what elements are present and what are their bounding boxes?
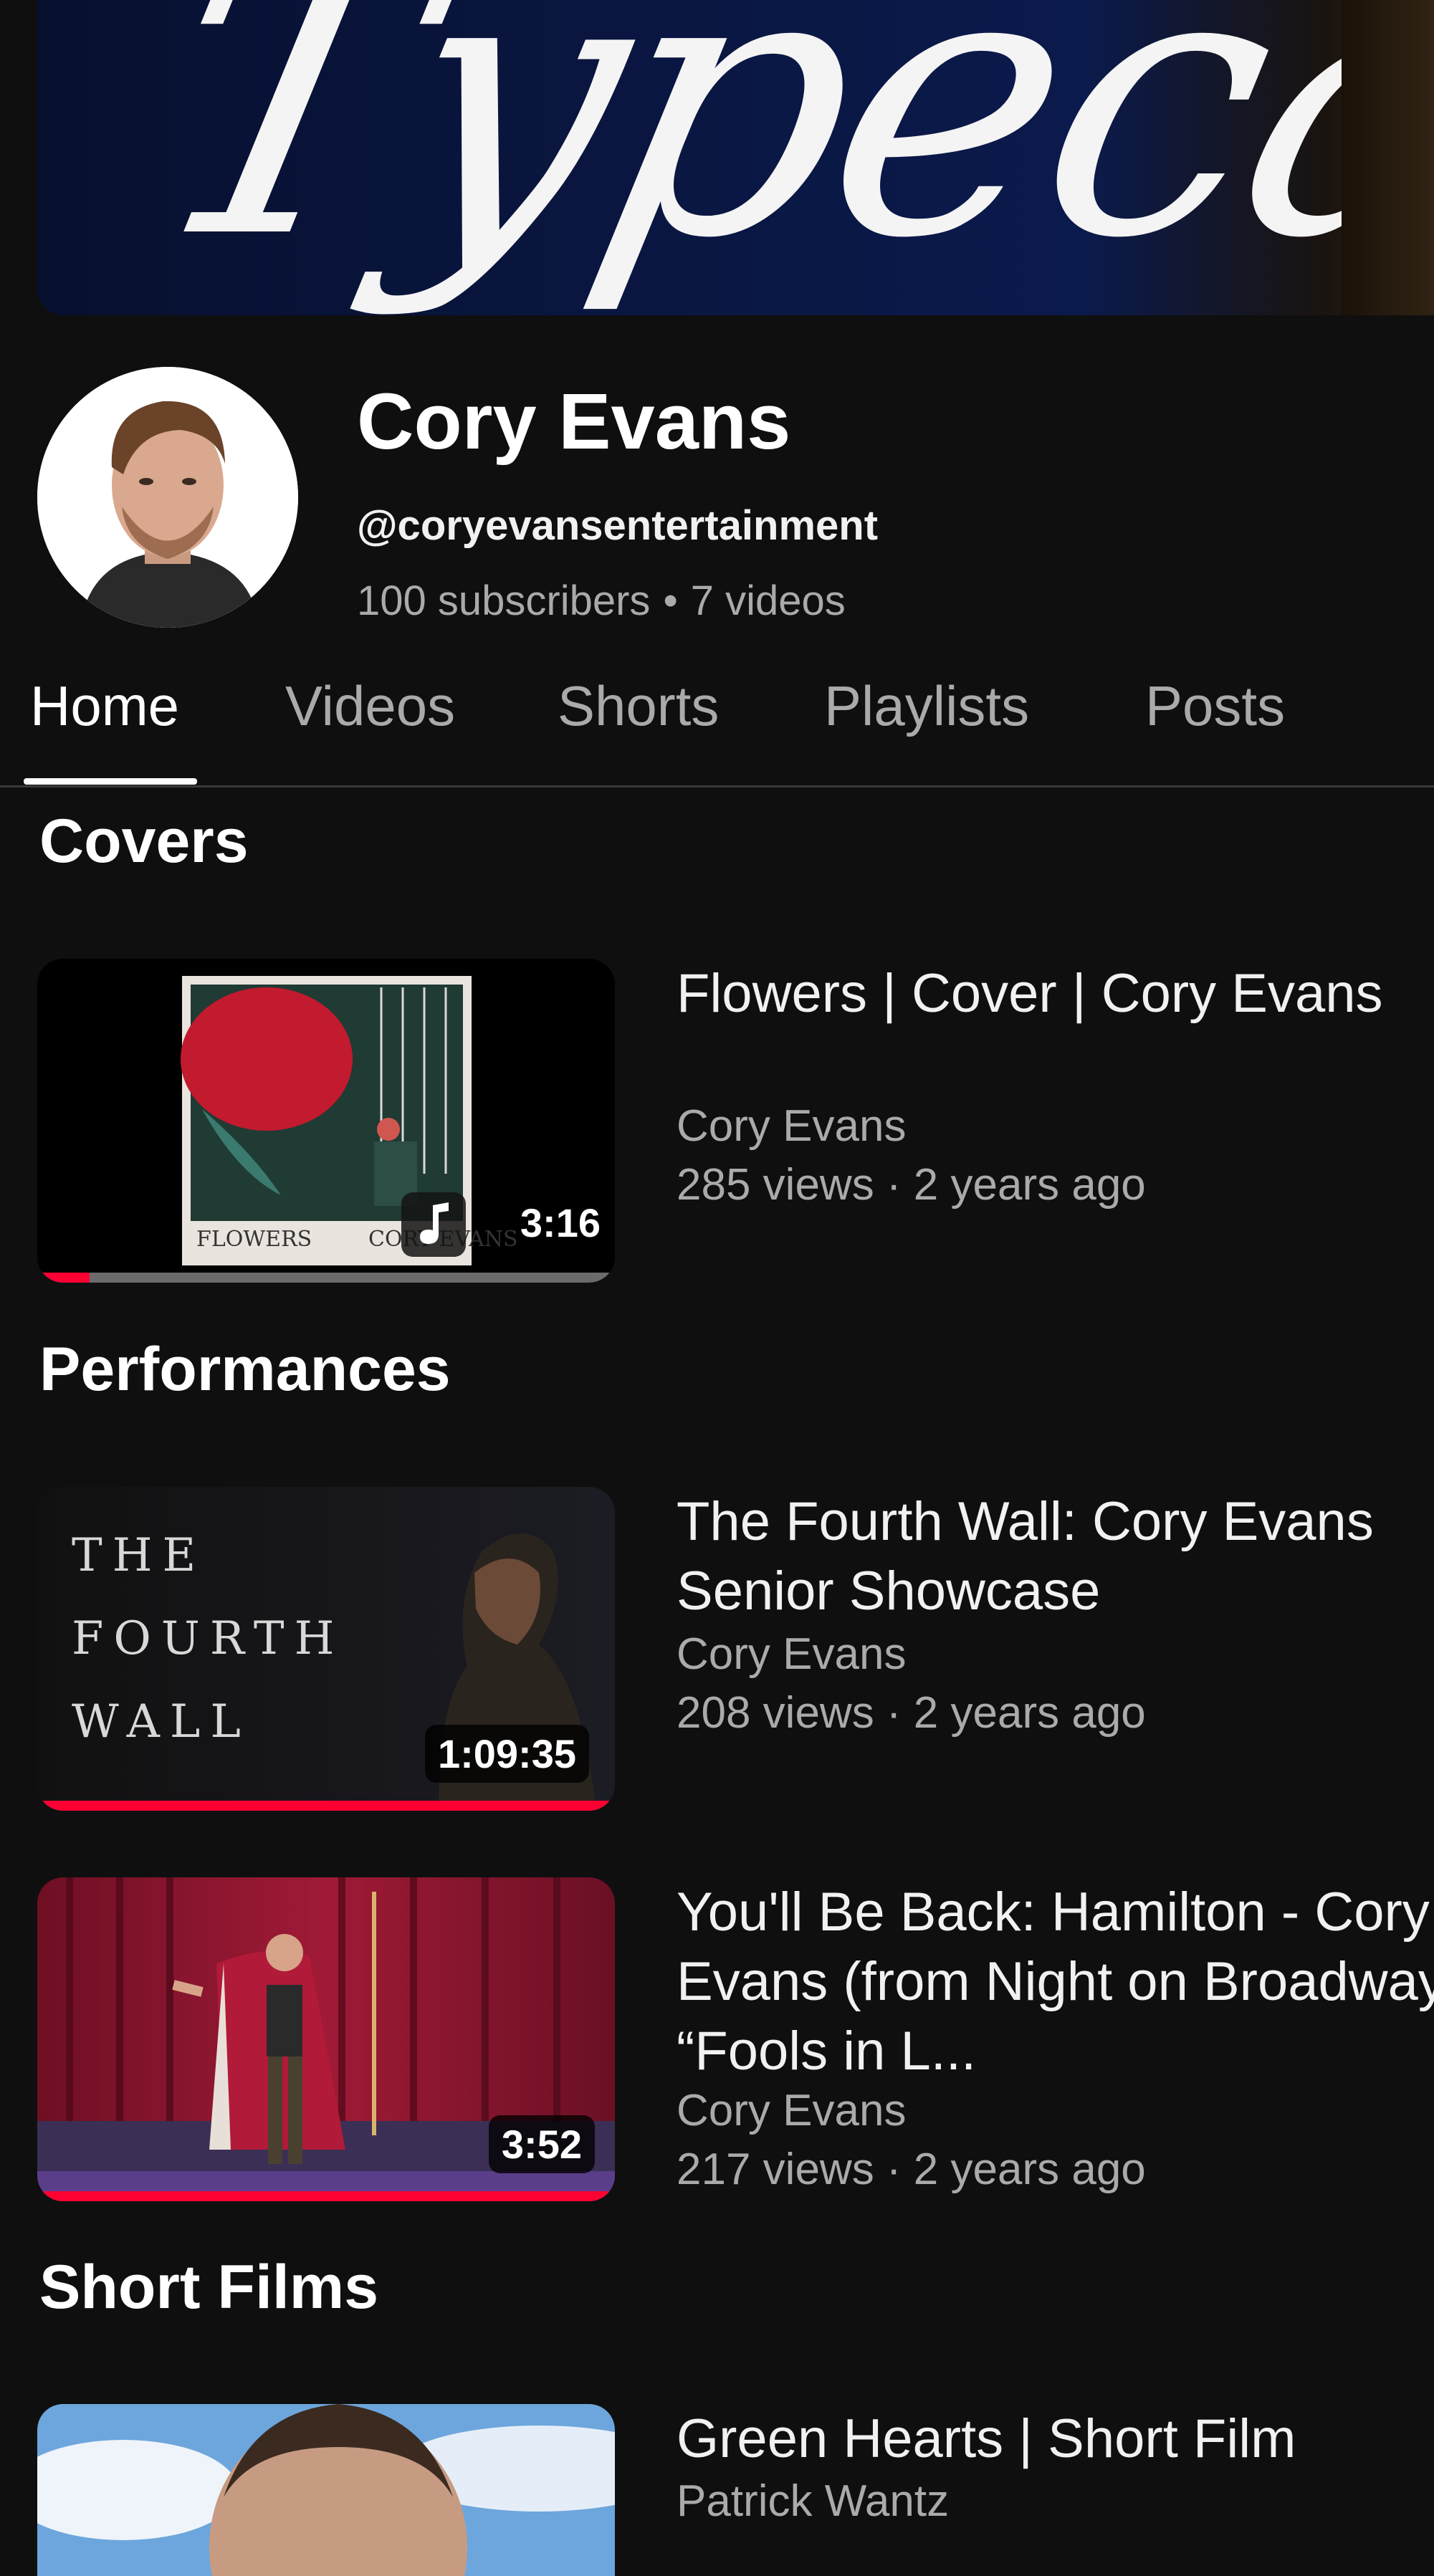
video-meta: 285 views · 2 years ago — [677, 1160, 1146, 1210]
video-meta: 208 views · 2 years ago — [677, 1688, 1146, 1738]
stats-separator: • — [663, 578, 678, 624]
tabs-divider — [0, 785, 1434, 787]
video-title[interactable]: You'll Be Back: Hamilton - Cory Evans (f… — [677, 1877, 1434, 2086]
banner-text: Typecast — [120, 0, 1434, 315]
watch-progress — [37, 1273, 90, 1283]
video-thumbnail[interactable]: THE FOURTH WALL 1:09:35 — [37, 1487, 615, 1811]
section-title-covers[interactable]: Covers — [39, 806, 249, 877]
section-title-short-films[interactable]: Short Films — [39, 2252, 378, 2323]
tab-shorts[interactable]: Shorts — [558, 674, 719, 739]
active-tab-indicator — [24, 778, 197, 785]
subscriber-count: 100 subscribers — [357, 578, 651, 624]
video-count: 7 videos — [690, 578, 846, 624]
channel-handle: @coryevansentertainment — [357, 502, 879, 549]
video-duration: 3:52 — [488, 2115, 595, 2173]
channel-stats: 100 subscribers • 7 videos — [357, 577, 846, 625]
channel-tabs: Home Videos Shorts Playlists Posts — [0, 659, 1434, 788]
video-channel: Cory Evans — [677, 1101, 907, 1151]
avatar-portrait — [37, 367, 298, 628]
video-thumbnail[interactable]: 3:52 — [37, 1877, 615, 2201]
video-title[interactable]: The Fourth Wall: Cory Evans Senior Showc… — [677, 1487, 1434, 1626]
channel-banner[interactable]: Typecast — [37, 0, 1434, 315]
thumbnail-art — [37, 2404, 615, 2576]
tab-playlists[interactable]: Playlists — [824, 674, 1029, 739]
thumbnail-caption-line: FOURTH — [72, 1612, 345, 1665]
video-channel: Cory Evans — [677, 2086, 907, 2135]
tab-posts[interactable]: Posts — [1145, 674, 1285, 739]
tab-home[interactable]: Home — [30, 674, 179, 739]
channel-avatar[interactable] — [37, 367, 298, 628]
section-title-performances[interactable]: Performances — [39, 1334, 451, 1405]
watch-progress-track — [37, 1273, 615, 1283]
video-channel: Patrick Wantz — [677, 2476, 950, 2526]
video-thumbnail[interactable] — [37, 2404, 615, 2576]
music-note-icon — [401, 1192, 466, 1257]
video-thumbnail[interactable]: FLOWERS CORY EVANS 3:16 — [37, 959, 615, 1283]
thumbnail-caption-line: WALL — [72, 1695, 251, 1748]
thumbnail-caption: THE FOURTH WALL — [72, 1514, 344, 1763]
video-channel: Cory Evans — [677, 1629, 907, 1679]
watch-progress — [37, 2191, 615, 2201]
video-duration: 1:09:35 — [424, 1725, 589, 1783]
video-title[interactable]: Flowers | Cover | Cory Evans — [677, 959, 1434, 1028]
tab-videos[interactable]: Videos — [285, 674, 455, 739]
thumbnail-caption-line: THE — [72, 1529, 206, 1582]
thumbnail-caption-left: FLOWERS — [196, 1227, 312, 1252]
watch-progress — [37, 1801, 615, 1811]
video-title[interactable]: Green Hearts | Short Film — [677, 2404, 1434, 2474]
banner-edge — [1342, 0, 1434, 315]
video-meta: 217 views · 2 years ago — [677, 2145, 1146, 2194]
video-duration: 3:16 — [520, 1200, 601, 1245]
channel-name: Cory Evans — [357, 378, 791, 466]
